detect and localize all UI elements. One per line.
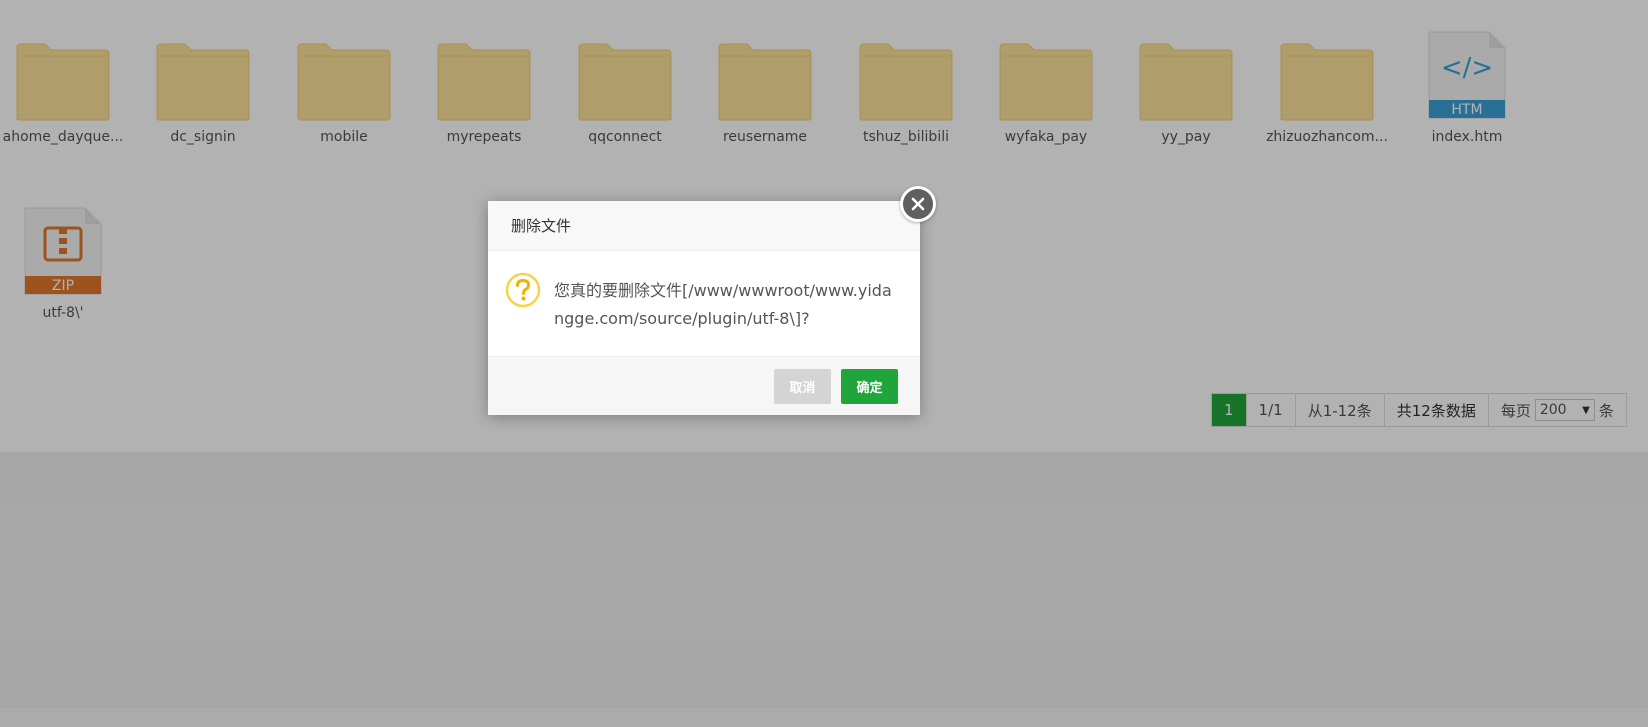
close-dialog-button[interactable]	[900, 186, 936, 222]
dialog-title: 删除文件	[511, 217, 572, 235]
delete-file-dialog: 删除文件 您真的要删除文件[/www/wwwroot/www.yidangge.…	[488, 201, 920, 415]
close-icon	[911, 197, 925, 211]
dialog-message: 您真的要删除文件[/www/wwwroot/www.yidangge.com/s…	[554, 281, 892, 328]
dialog-header: 删除文件	[488, 201, 920, 251]
confirm-button[interactable]: 确定	[841, 369, 898, 404]
question-icon	[505, 272, 541, 308]
dialog-footer: 取消 确定	[488, 356, 920, 415]
cancel-button[interactable]: 取消	[774, 369, 831, 404]
dialog-body: 您真的要删除文件[/www/wwwroot/www.yidangge.com/s…	[488, 251, 920, 356]
